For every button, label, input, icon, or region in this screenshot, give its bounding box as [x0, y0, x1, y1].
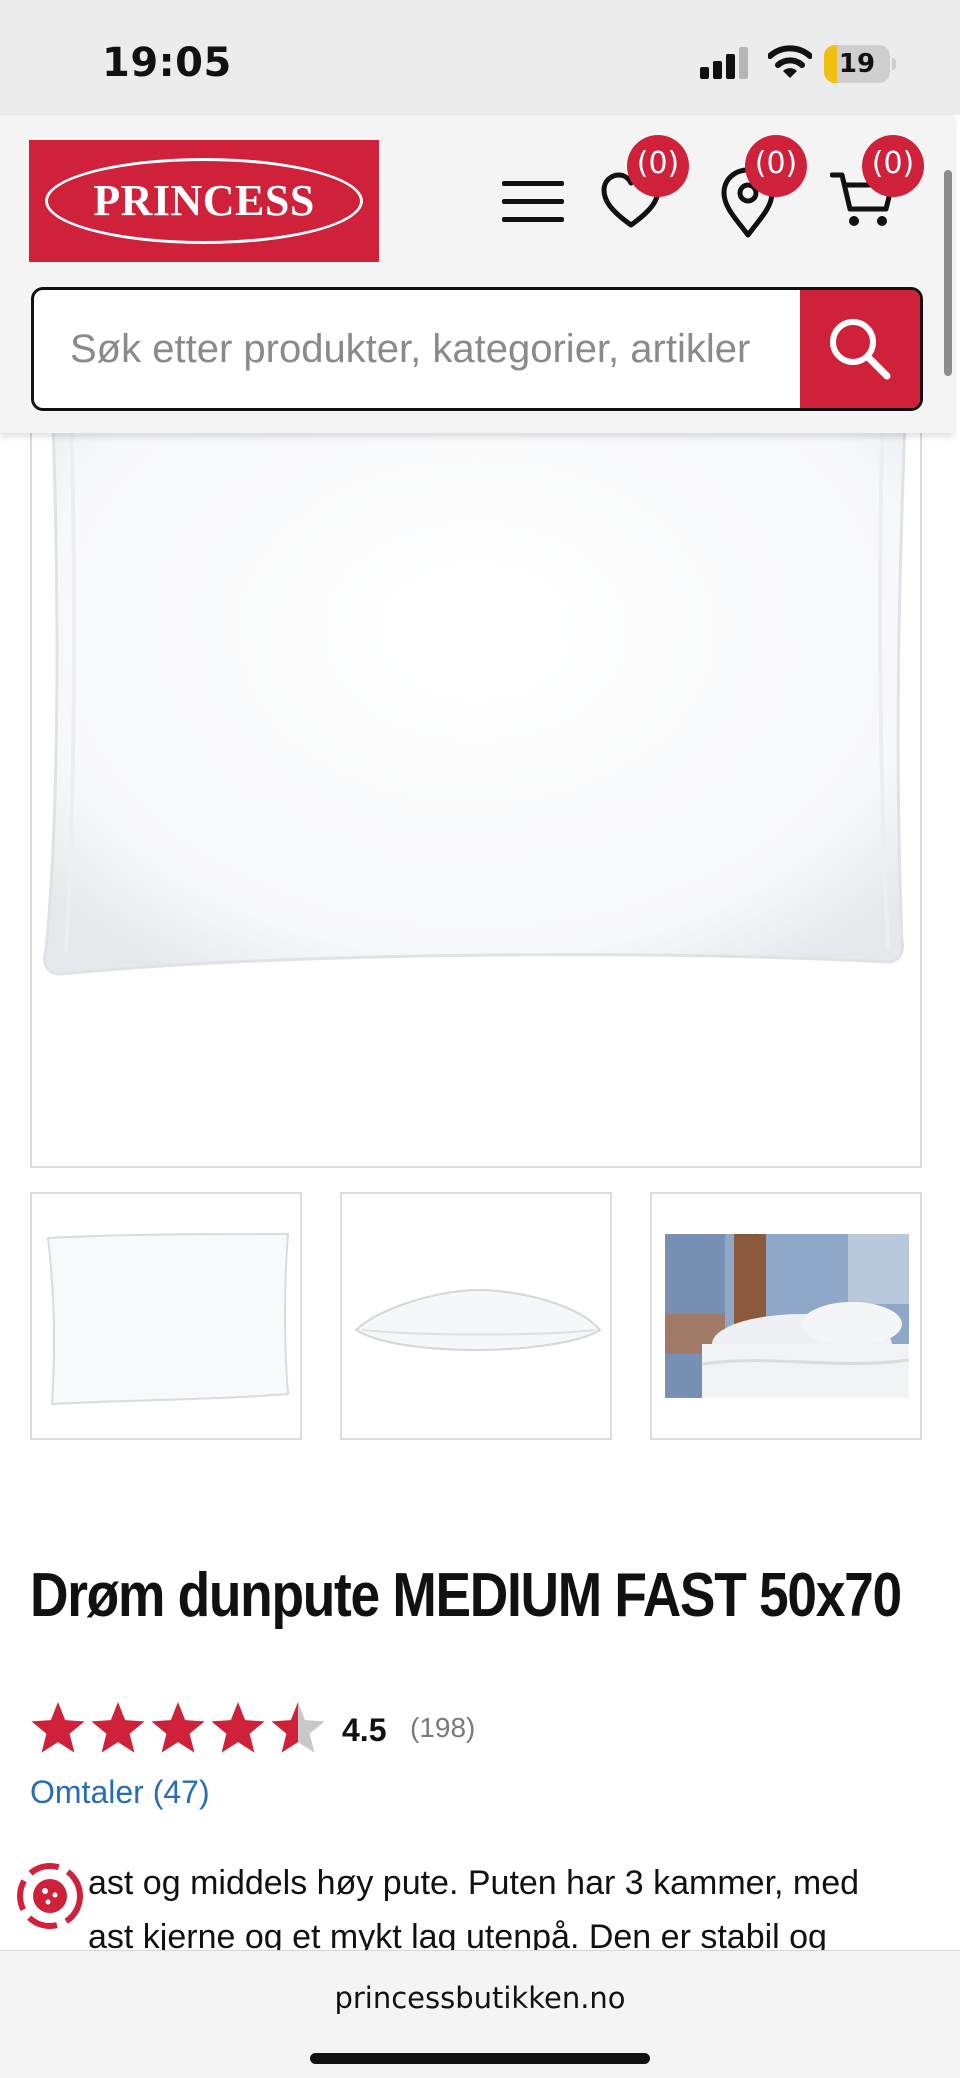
star-icon [31, 1702, 85, 1753]
pillow-image [43, 362, 909, 976]
signal-icon [700, 47, 748, 79]
rating-count: (198) [410, 1712, 476, 1743]
cart-count-badge: (0) [862, 135, 924, 197]
thumbnail-image [354, 1288, 602, 1352]
product-main-image[interactable] [30, 360, 922, 1168]
battery-icon: 19 [824, 45, 896, 83]
menu-icon[interactable] [500, 177, 566, 227]
star-icon [271, 1702, 325, 1753]
stores-count-badge: (0) [745, 135, 807, 197]
scroll-indicator[interactable] [944, 170, 952, 376]
rating-value: 4.5 [342, 1712, 387, 1748]
wishlist-count-badge: (0) [627, 135, 689, 197]
star-icon [91, 1702, 145, 1753]
princess-logo[interactable]: PRINCESS [29, 140, 379, 262]
rating-stars [31, 1702, 325, 1753]
status-bar: 19:05 19 [0, 0, 960, 115]
search-bar [31, 287, 923, 411]
star-icon [211, 1702, 265, 1753]
url-text: princessbutikken.no [334, 1981, 626, 2015]
browser-url-bar[interactable]: princessbutikken.no [0, 1950, 960, 2078]
description-line: ast og middels høy pute. Puten har 3 kam… [88, 1864, 860, 1902]
thumbnail-pillow-side[interactable] [340, 1192, 612, 1440]
product-title: Drøm dunpute MEDIUM FAST 50x70 [30, 1561, 902, 1630]
product-description: ast og middels høy pute. Puten har 3 kam… [88, 1856, 948, 1964]
cookie-consent-icon[interactable] [14, 1860, 86, 1932]
battery-level: 19 [838, 49, 876, 79]
star-icon [151, 1702, 205, 1753]
thumbnail-pillow-front[interactable] [30, 1192, 302, 1440]
thumbnail-image [665, 1234, 910, 1398]
thumbnail-bedroom[interactable] [650, 1192, 922, 1440]
home-indicator [310, 2053, 650, 2064]
logo-text: PRINCESS [93, 176, 315, 225]
reviews-link[interactable]: Omtaler (47) [30, 1774, 210, 1811]
search-button[interactable] [800, 290, 920, 408]
search-input[interactable] [34, 290, 804, 408]
site-header: PRINCESS (0) (0) (0) [0, 115, 954, 433]
wifi-icon [768, 45, 812, 78]
status-time: 19:05 [102, 40, 232, 86]
search-icon [830, 319, 891, 380]
thumbnail-image [46, 1232, 290, 1406]
